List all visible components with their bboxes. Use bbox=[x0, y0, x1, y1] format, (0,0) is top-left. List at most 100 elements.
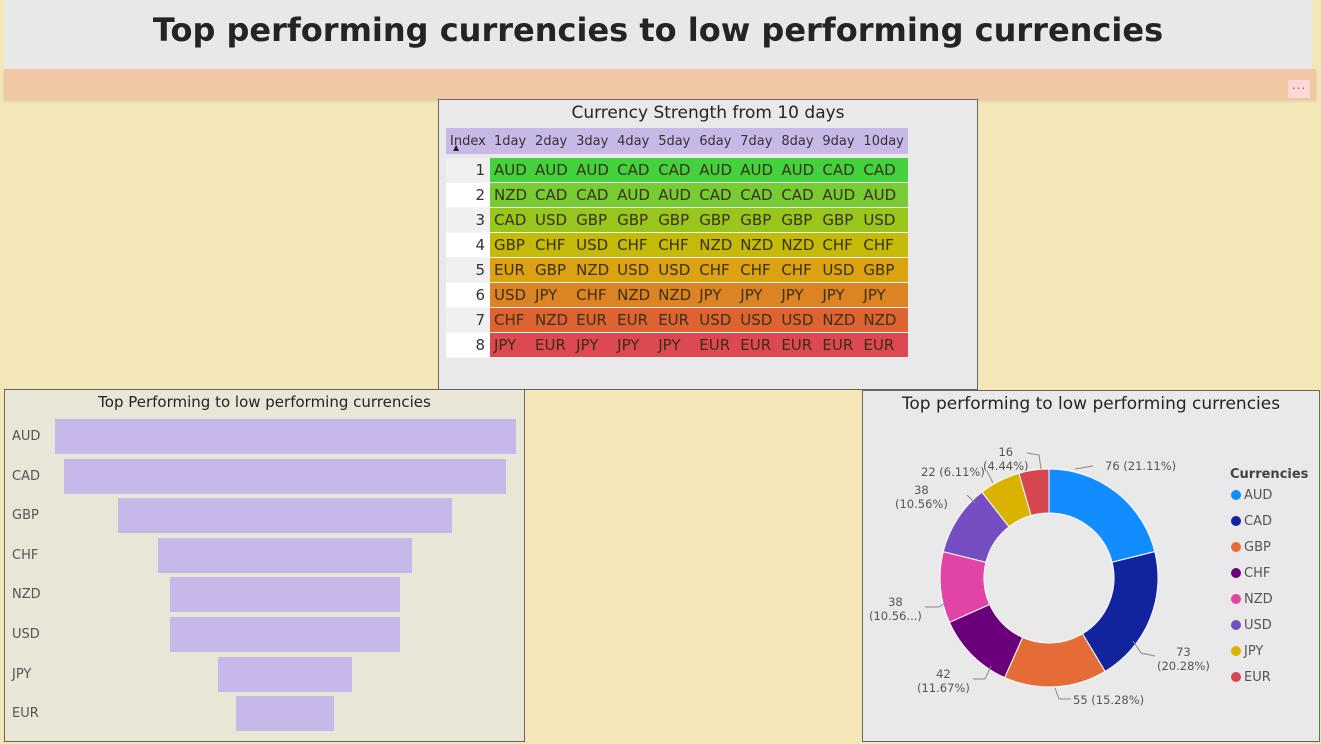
page-header: Top performing currencies to low perform… bbox=[4, 0, 1312, 70]
column-header-9day[interactable]: 9day bbox=[818, 128, 860, 154]
donut-slice-AUD[interactable] bbox=[1048, 468, 1156, 563]
legend-dot-icon bbox=[1231, 646, 1241, 656]
table-row: 1 AUD AUD AUD CAD CAD AUD AUD AUD CAD CAD bbox=[446, 158, 908, 183]
index-cell: 2 bbox=[446, 183, 490, 208]
currency-cell: CHF bbox=[490, 308, 532, 333]
legend-item-USD[interactable]: USD bbox=[1231, 618, 1272, 633]
funnel-bar-CAD[interactable] bbox=[63, 458, 507, 494]
funnel-category-label: CAD bbox=[12, 468, 40, 484]
currency-cell: GBP bbox=[695, 208, 737, 233]
slice-data-label: 42 (11.67%) bbox=[917, 667, 970, 695]
leader-line bbox=[925, 602, 946, 608]
currency-cell: EUR bbox=[654, 308, 696, 333]
column-header-3day[interactable]: 3day bbox=[572, 128, 614, 154]
funnel-bar-GBP[interactable] bbox=[118, 498, 452, 534]
more-options-icon[interactable]: ... bbox=[1288, 79, 1310, 98]
currency-cell: USD bbox=[654, 258, 696, 283]
legend-dot-icon bbox=[1231, 620, 1241, 630]
legend-item-GBP[interactable]: GBP bbox=[1231, 540, 1271, 555]
funnel-bar-EUR[interactable] bbox=[236, 696, 334, 732]
currency-cell: USD bbox=[777, 308, 819, 333]
index-cell: 1 bbox=[446, 158, 490, 183]
column-header-8day[interactable]: 8day bbox=[777, 128, 819, 154]
table-row: 8 JPY EUR JPY JPY JPY EUR EUR EUR EUR EUR bbox=[446, 333, 908, 358]
funnel-bar-AUD[interactable] bbox=[54, 419, 516, 454]
legend-item-AUD[interactable]: AUD bbox=[1231, 488, 1272, 503]
index-cell: 6 bbox=[446, 283, 490, 308]
legend-item-NZD[interactable]: NZD bbox=[1231, 592, 1273, 607]
page-title: Top performing currencies to low perform… bbox=[152, 11, 1164, 49]
legend-label: AUD bbox=[1244, 488, 1273, 503]
currency-cell: USD bbox=[818, 258, 860, 283]
legend-label: USD bbox=[1244, 618, 1272, 633]
column-header-10day[interactable]: 10day bbox=[859, 128, 908, 154]
legend-label: GBP bbox=[1244, 540, 1271, 555]
currency-cell: AUD bbox=[695, 158, 737, 183]
currency-cell: USD bbox=[490, 283, 532, 308]
funnel-bar-JPY[interactable] bbox=[218, 656, 352, 692]
column-header-4day[interactable]: 4day bbox=[613, 128, 655, 154]
currency-cell: GBP bbox=[613, 208, 655, 233]
slice-data-label: 73 (20.28%) bbox=[1157, 645, 1210, 673]
funnel-bar-CHF[interactable] bbox=[157, 537, 413, 573]
legend-label: NZD bbox=[1244, 592, 1273, 607]
funnel-category-label: NZD bbox=[12, 587, 41, 603]
index-cell: 4 bbox=[446, 233, 490, 258]
table-row: 5 EUR GBP NZD USD USD CHF CHF CHF USD GBP bbox=[446, 258, 908, 283]
currency-cell: JPY bbox=[613, 333, 655, 358]
legend-label: CAD bbox=[1244, 514, 1272, 529]
leader-line bbox=[1074, 465, 1094, 470]
sort-ascending-icon[interactable]: ▲ bbox=[453, 143, 459, 152]
currency-cell: CHF bbox=[613, 233, 655, 258]
column-header-1day[interactable]: 1day bbox=[490, 128, 532, 154]
currency-cell: CHF bbox=[572, 283, 614, 308]
currency-cell: EUR bbox=[736, 333, 778, 358]
funnel-category-label: JPY bbox=[12, 666, 32, 682]
index-cell: 5 bbox=[446, 258, 490, 283]
currency-cell: GBP bbox=[531, 258, 573, 283]
funnel-bar-NZD[interactable] bbox=[169, 577, 401, 613]
currency-cell: AUD bbox=[490, 158, 532, 183]
currency-cell: NZD bbox=[572, 258, 614, 283]
column-header-6day[interactable]: 6day bbox=[695, 128, 737, 154]
column-header-index[interactable]: Index ▲ bbox=[446, 128, 490, 154]
column-header-5day[interactable]: 5day bbox=[654, 128, 696, 154]
header-band: ... bbox=[4, 69, 1316, 99]
table-row: 6 USD JPY CHF NZD NZD JPY JPY JPY JPY JPY bbox=[446, 283, 908, 308]
currency-cell: JPY bbox=[777, 283, 819, 308]
currency-cell: GBP bbox=[490, 233, 532, 258]
currency-cell: GBP bbox=[777, 208, 819, 233]
currency-cell: AUD bbox=[777, 158, 819, 183]
funnel-category-label: CHF bbox=[12, 547, 39, 563]
donut-chart-visual: Top performing to low performing currenc… bbox=[862, 390, 1320, 742]
funnel-bar-USD[interactable] bbox=[169, 617, 401, 652]
currency-strength-table-visual: Currency Strength from 10 days Index ▲ 1da… bbox=[438, 99, 978, 390]
legend-item-CAD[interactable]: CAD bbox=[1231, 514, 1272, 529]
legend-dot-icon bbox=[1231, 516, 1241, 526]
legend-item-EUR[interactable]: EUR bbox=[1231, 670, 1271, 685]
legend-item-CHF[interactable]: CHF bbox=[1231, 566, 1270, 581]
slice-data-label: 22 (6.11%) bbox=[921, 465, 985, 479]
currency-cell: CAD bbox=[490, 208, 532, 233]
currency-cell: USD bbox=[695, 308, 737, 333]
legend-dot-icon bbox=[1231, 490, 1241, 500]
currency-cell: GBP bbox=[736, 208, 778, 233]
funnel-chart-visual: Top Performing to low performing currenc… bbox=[4, 389, 525, 742]
currency-cell: CAD bbox=[859, 158, 908, 183]
currency-cell: EUR bbox=[859, 333, 908, 358]
currency-cell: EUR bbox=[490, 258, 532, 283]
table-row: 4 GBP CHF USD CHF CHF NZD NZD NZD CHF CHF bbox=[446, 233, 908, 258]
currency-cell: NZD bbox=[859, 308, 908, 333]
currency-cell: NZD bbox=[613, 283, 655, 308]
legend-label: CHF bbox=[1244, 566, 1271, 581]
currency-cell: USD bbox=[859, 208, 908, 233]
column-header-2day[interactable]: 2day bbox=[531, 128, 573, 154]
legend-item-JPY[interactable]: JPY bbox=[1231, 644, 1263, 659]
funnel-category-label: USD bbox=[12, 627, 40, 642]
currency-cell: USD bbox=[613, 258, 655, 283]
currency-cell: EUR bbox=[531, 333, 573, 358]
currency-cell: NZD bbox=[736, 233, 778, 258]
table-title: Currency Strength from 10 days bbox=[571, 103, 845, 123]
column-header-7day[interactable]: 7day bbox=[736, 128, 778, 154]
currency-cell: JPY bbox=[490, 333, 532, 358]
